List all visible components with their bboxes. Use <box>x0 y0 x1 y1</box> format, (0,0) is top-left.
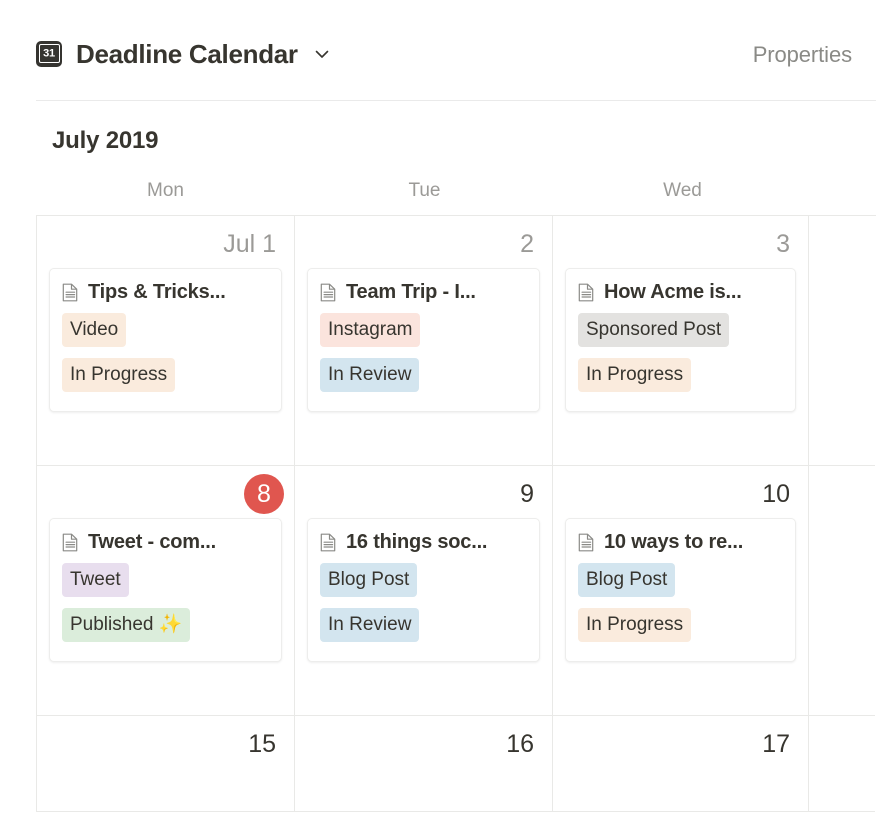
event-title: How Acme is... <box>604 281 742 303</box>
tag-row: In Review <box>320 608 527 647</box>
tag-row: Published ✨ <box>62 608 269 647</box>
chevron-down-icon[interactable] <box>312 44 332 64</box>
document-icon <box>578 533 595 552</box>
tag-row: Tweet <box>62 563 269 602</box>
event-title-row: Team Trip - I... <box>320 281 527 304</box>
event-card[interactable]: 16 things soc... Blog Post In Review <box>307 518 540 662</box>
month-label: July 2019 <box>52 127 159 154</box>
tag-cream: Video <box>62 313 127 347</box>
event-title: 16 things soc... <box>346 531 488 553</box>
day-number: 10 <box>762 480 790 508</box>
calendar-grid: Jul 1 Tips & Tricks... Video In Progress 2 Te… <box>36 215 876 812</box>
event-title-row: Tweet - com... <box>62 531 269 554</box>
event-card[interactable]: How Acme is... Sponsored Post In Progress <box>565 268 796 412</box>
calendar-day-cell[interactable] <box>809 716 875 812</box>
calendar-day-cell[interactable] <box>809 216 875 466</box>
day-number: 15 <box>248 730 276 758</box>
tag-green: Published ✨ <box>62 608 191 642</box>
tag-cream: In Progress <box>62 358 176 392</box>
document-icon <box>320 283 337 302</box>
tag-row: Blog Post <box>320 563 527 602</box>
tag-row: Blog Post <box>578 563 783 602</box>
tag-row: In Progress <box>578 358 783 397</box>
page-title: Deadline Calendar <box>76 38 298 69</box>
tag-row: Video <box>62 313 269 352</box>
tag-gray: Sponsored Post <box>578 313 730 347</box>
day-number: 9 <box>520 480 534 508</box>
event-title: Tips & Tricks... <box>88 281 226 303</box>
event-title-row: 16 things soc... <box>320 531 527 554</box>
event-card[interactable]: 10 ways to re... Blog Post In Progress <box>565 518 796 662</box>
day-number <box>821 226 863 262</box>
tag-blue: In Review <box>320 358 420 392</box>
tag-blue: Blog Post <box>320 563 418 597</box>
day-number: Jul 1 <box>223 230 276 258</box>
calendar-icon-day: 31 <box>43 47 55 60</box>
calendar-week-row: Jul 1 Tips & Tricks... Video In Progress 2 Te… <box>37 216 876 466</box>
day-number: 17 <box>762 730 790 758</box>
day-number: 16 <box>506 730 534 758</box>
tag-row: In Progress <box>578 608 783 647</box>
event-title: Tweet - com... <box>88 531 216 553</box>
calendar-day-cell[interactable]: 15 <box>37 716 295 812</box>
day-number <box>821 476 863 512</box>
document-icon <box>320 533 337 552</box>
weekday-partial <box>811 181 876 215</box>
calendar-day-cell[interactable]: 16 <box>295 716 553 812</box>
calendar-day-cell[interactable]: 8 Tweet - com... Tweet Published ✨ <box>37 466 295 716</box>
event-title-row: Tips & Tricks... <box>62 281 269 304</box>
calendar-day-cell[interactable]: 10 10 ways to re... Blog Post In Progress <box>553 466 809 716</box>
today-badge: 8 <box>244 474 284 514</box>
calendar-day-cell[interactable]: 9 16 things soc... Blog Post In Review <box>295 466 553 716</box>
document-icon <box>578 283 595 302</box>
calendar-week-row: 8 Tweet - com... Tweet Published ✨ 9 16 thing… <box>37 466 876 716</box>
event-title-row: How Acme is... <box>578 281 783 304</box>
calendar-day-cell[interactable]: 3 How Acme is... Sponsored Post In Progress <box>553 216 809 466</box>
day-number: 2 <box>520 230 534 258</box>
properties-button[interactable]: Properties <box>747 38 858 72</box>
calendar-week-row: 15 16 17 <box>37 716 876 812</box>
weekday-tue: Tue <box>408 180 441 201</box>
event-title: Team Trip - I... <box>346 281 476 303</box>
tag-peach: Instagram <box>320 313 421 347</box>
day-number: 8 <box>49 474 284 514</box>
calendar-day-cell[interactable]: 17 <box>553 716 809 812</box>
day-number <box>821 726 863 762</box>
tag-cream: In Progress <box>578 608 692 642</box>
tag-row: Sponsored Post <box>578 313 783 352</box>
tag-row: Instagram <box>320 313 527 352</box>
day-number: 3 <box>776 230 790 258</box>
event-card[interactable]: Tips & Tricks... Video In Progress <box>49 268 282 412</box>
tag-row: In Progress <box>62 358 269 397</box>
event-card[interactable]: Team Trip - I... Instagram In Review <box>307 268 540 412</box>
event-title: 10 ways to re... <box>604 531 744 553</box>
calendar-31-icon: 31 <box>36 40 62 67</box>
tag-cream: In Progress <box>578 358 692 392</box>
tag-blue: Blog Post <box>578 563 676 597</box>
tag-purple: Tweet <box>62 563 129 597</box>
database-title-group[interactable]: 31 Deadline Calendar <box>36 38 332 69</box>
weekday-mon: Mon <box>147 180 184 201</box>
document-icon <box>62 283 79 302</box>
tag-blue: In Review <box>320 608 420 642</box>
tag-row: In Review <box>320 358 527 397</box>
calendar-day-cell[interactable]: Jul 1 Tips & Tricks... Video In Progress <box>37 216 295 466</box>
database-header: 31 Deadline Calendar Properties <box>0 0 876 101</box>
weekday-header: Mon Tue Wed <box>36 181 876 215</box>
calendar-day-cell[interactable] <box>809 466 875 716</box>
calendar-day-cell[interactable]: 2 Team Trip - I... Instagram In Review <box>295 216 553 466</box>
document-icon <box>62 533 79 552</box>
event-title-row: 10 ways to re... <box>578 531 783 554</box>
event-card[interactable]: Tweet - com... Tweet Published ✨ <box>49 518 282 662</box>
weekday-wed: Wed <box>663 180 702 201</box>
